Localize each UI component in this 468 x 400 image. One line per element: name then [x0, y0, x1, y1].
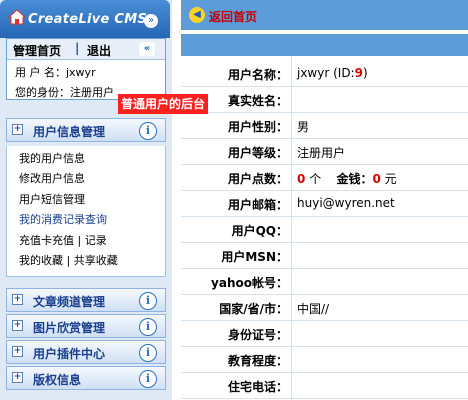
- username-value: jxwyr (ID:: [297, 66, 355, 80]
- row-education: 教育程度：: [181, 346, 468, 373]
- section-gallery[interactable]: + 图片欣赏管理 i: [6, 314, 166, 338]
- row-real-name: 真实姓名：: [181, 86, 468, 113]
- home-arrow-icon[interactable]: ◀: [189, 7, 205, 23]
- identity-line: 您的身份：注册用户: [15, 86, 114, 99]
- row-value: 男: [297, 120, 310, 134]
- admin-home-link[interactable]: 管理首页: [13, 42, 61, 59]
- section-title: 版权信息: [33, 373, 82, 387]
- row-value: huyi@wyren.net: [297, 196, 395, 210]
- section-user-info[interactable]: + 用户信息管理 i: [6, 118, 166, 142]
- sidebar: CreateLive CMS » 管理首页 | 退出 « 用 户 名：jxwyr…: [0, 0, 172, 400]
- user-id-value: 9: [354, 66, 363, 80]
- menu-item-my-info[interactable]: 我的用户信息: [19, 150, 85, 166]
- row-yahoo: yahoo帐号：: [181, 268, 468, 295]
- info-icon[interactable]: i: [139, 292, 157, 310]
- row-label: 用户名称：: [227, 68, 288, 82]
- logout-link[interactable]: 退出: [87, 42, 111, 59]
- main-content: ◀ 返回首页 用户名称： jxwyr (ID:9) 真实姓名： 用户性别： 男 …: [181, 0, 468, 400]
- expand-toggle-icon[interactable]: »: [144, 14, 158, 28]
- user-info-menu: 我的用户信息 修改用户信息 用户短信管理 我的消费记录查询 充值卡充值 | 记录…: [6, 146, 166, 277]
- money-label: 金钱：: [336, 172, 373, 186]
- section-plugins[interactable]: + 用户插件中心 i: [6, 340, 166, 364]
- info-icon[interactable]: i: [139, 370, 157, 388]
- menu-item-recharge[interactable]: 充值卡充值 | 记录: [19, 232, 107, 248]
- row-points: 用户点数： 0 个 金钱：0 元: [181, 164, 468, 191]
- expand-plus-icon[interactable]: +: [12, 294, 23, 305]
- section-title: 用户插件中心: [33, 347, 106, 361]
- user-level-link[interactable]: 注册用户: [297, 144, 345, 161]
- admin-panel: 管理首页 | 退出 « 用 户 名：jxwyr 您的身份：注册用户: [6, 38, 166, 100]
- menu-item-edit-info[interactable]: 修改用户信息: [19, 170, 85, 186]
- row-label: 国家/省/市：: [219, 302, 288, 316]
- row-level: 用户等级： 注册用户: [181, 138, 468, 165]
- collapse-sidebar-icon[interactable]: «: [139, 42, 155, 56]
- money-unit: 元: [384, 172, 397, 186]
- row-gender: 用户性别： 男: [181, 112, 468, 139]
- cms-logo-icon: [8, 9, 26, 25]
- cms-title: CreateLive CMS: [28, 12, 148, 27]
- section-copyright[interactable]: + 版权信息 i: [6, 366, 166, 390]
- expand-plus-icon[interactable]: +: [12, 320, 23, 331]
- row-value: 中国//: [297, 302, 330, 316]
- expand-plus-icon[interactable]: +: [12, 346, 23, 357]
- row-label: 用户等级：: [227, 146, 288, 160]
- info-icon[interactable]: i: [139, 318, 157, 336]
- row-label: 用户QQ：: [231, 224, 288, 238]
- row-value: jxwyr (ID:9): [297, 66, 368, 80]
- points-unit: 个: [309, 172, 322, 186]
- row-label: 用户邮箱：: [227, 198, 288, 212]
- info-icon[interactable]: i: [139, 344, 157, 362]
- money-value: 0: [372, 172, 381, 186]
- expand-plus-icon[interactable]: +: [12, 124, 23, 135]
- admin-links-bar: 管理首页 | 退出 «: [7, 39, 165, 60]
- annotation-callout: 普通用户的后台: [118, 94, 209, 114]
- top-bar: ◀ 返回首页: [181, 0, 468, 30]
- row-label: 用户点数：: [227, 172, 288, 186]
- row-msn: 用户MSN：: [181, 242, 468, 269]
- menu-item-sms[interactable]: 用户短信管理: [19, 191, 85, 207]
- row-location: 国家/省/市： 中国//: [181, 294, 468, 321]
- username-suffix: ): [362, 66, 368, 80]
- points-value: 0: [297, 172, 306, 186]
- row-label: 身份证号：: [227, 328, 288, 342]
- row-label: yahoo帐号：: [211, 276, 288, 290]
- row-qq: 用户QQ：: [181, 216, 468, 243]
- row-id-number: 身份证号：: [181, 320, 468, 347]
- app-window: CreateLive CMS » 管理首页 | 退出 « 用 户 名：jxwyr…: [0, 0, 468, 400]
- menu-item-spending-records[interactable]: 我的消费记录查询: [19, 211, 107, 227]
- username-line: 用 户 名：jxwyr: [15, 66, 96, 79]
- menu-item-favorites[interactable]: 我的收藏 | 共享收藏: [19, 252, 118, 268]
- link-separator: |: [75, 41, 80, 55]
- row-value: 0 个 金钱：0 元: [297, 170, 397, 187]
- row-label: 教育程度：: [227, 354, 288, 368]
- back-home-link[interactable]: 返回首页: [209, 8, 257, 25]
- expand-plus-icon[interactable]: +: [12, 372, 23, 383]
- cms-header: CreateLive CMS »: [0, 0, 170, 38]
- section-article[interactable]: + 文章频道管理 i: [6, 288, 166, 312]
- section-title: 用户信息管理: [33, 125, 106, 139]
- section-title: 文章频道管理: [33, 295, 106, 309]
- row-label: 住宅电话：: [227, 380, 288, 394]
- title-bar: [181, 34, 468, 56]
- info-icon[interactable]: i: [139, 122, 157, 140]
- section-title: 图片欣赏管理: [33, 321, 106, 335]
- row-username: 用户名称： jxwyr (ID:9): [181, 60, 468, 87]
- row-home-phone: 住宅电话：: [181, 372, 468, 399]
- row-label: 用户性别：: [227, 120, 288, 134]
- row-label: 用户MSN：: [221, 250, 288, 264]
- row-email: 用户邮箱： huyi@wyren.net: [181, 190, 468, 217]
